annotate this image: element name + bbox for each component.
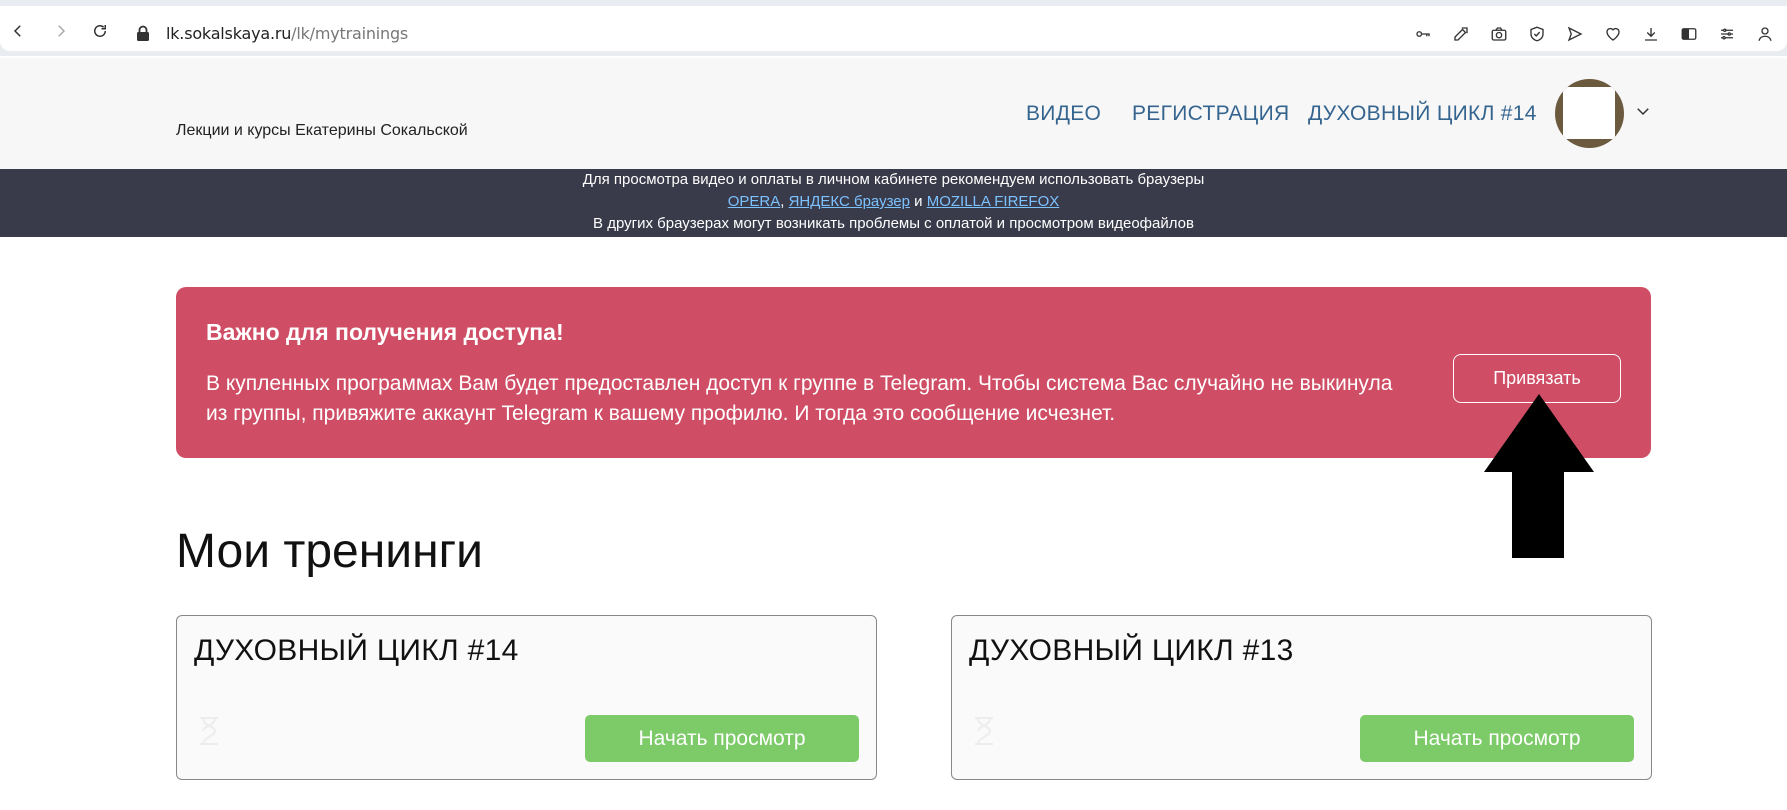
hourglass-icon bbox=[200, 717, 218, 745]
nav-registration[interactable]: РЕГИСТРАЦИЯ bbox=[1132, 102, 1289, 126]
site-brand[interactable]: Лекции и курсы Екатерины Сокальской bbox=[176, 122, 468, 140]
chevron-down-icon[interactable] bbox=[1634, 102, 1652, 120]
shield-icon[interactable] bbox=[1525, 22, 1549, 46]
url-field[interactable]: lk.sokalskaya.ru/lk/mytrainings bbox=[166, 24, 408, 43]
course-card: ДУХОВНЫЙ ЦИКЛ #14 Начать просмотр bbox=[176, 615, 877, 780]
sliders-icon[interactable] bbox=[1715, 22, 1739, 46]
nav-video[interactable]: ВИДЕО bbox=[1026, 102, 1101, 126]
course-title: ДУХОВНЫЙ ЦИКЛ #14 bbox=[194, 634, 519, 667]
camera-icon[interactable] bbox=[1487, 22, 1511, 46]
start-viewing-button[interactable]: Начать просмотр bbox=[1360, 715, 1634, 762]
forward-icon[interactable] bbox=[50, 20, 72, 42]
extension-icons bbox=[1411, 22, 1777, 46]
page-title: Мои тренинги bbox=[176, 525, 483, 578]
key-icon[interactable] bbox=[1411, 22, 1435, 46]
nav-spiritual-cycle-14[interactable]: ДУХОВНЫЙ ЦИКЛ #14 bbox=[1308, 102, 1537, 126]
download-icon[interactable] bbox=[1639, 22, 1663, 46]
lock-icon[interactable] bbox=[136, 25, 150, 41]
address-bar-area: lk.sokalskaya.ru/lk/mytrainings bbox=[0, 6, 1787, 51]
notice-separator: , bbox=[780, 193, 789, 210]
browser-toolbar: lk.sokalskaya.ru/lk/mytrainings bbox=[0, 0, 1787, 56]
avatar[interactable] bbox=[1555, 79, 1624, 148]
site-header: Лекции и курсы Екатерины Сокальской ВИДЕ… bbox=[0, 58, 1787, 169]
arrow-up-icon bbox=[1484, 394, 1594, 558]
hourglass-icon bbox=[975, 717, 993, 745]
profile-icon[interactable] bbox=[1753, 22, 1777, 46]
reload-icon[interactable] bbox=[89, 20, 111, 42]
course-title: ДУХОВНЫЙ ЦИКЛ #13 bbox=[969, 634, 1294, 667]
notice-line-2: OPERA, ЯНДЕКС браузер и MOZILLA FIREFOX bbox=[0, 191, 1787, 213]
link-yandex[interactable]: ЯНДЕКС браузер bbox=[789, 193, 910, 210]
edit-icon[interactable] bbox=[1449, 22, 1473, 46]
notice-separator: и bbox=[910, 193, 927, 210]
sidebar-icon[interactable] bbox=[1677, 22, 1701, 46]
link-firefox[interactable]: MOZILLA FIREFOX bbox=[927, 193, 1060, 210]
alert-text: В купленных программах Вам будет предост… bbox=[206, 372, 1393, 425]
notice-line-1: Для просмотра видео и оплаты в личном ка… bbox=[582, 171, 1205, 188]
back-icon[interactable] bbox=[7, 20, 29, 42]
send-icon[interactable] bbox=[1563, 22, 1587, 46]
telegram-alert: Важно для получения доступа! В купленных… bbox=[176, 287, 1651, 458]
heart-icon[interactable] bbox=[1601, 22, 1625, 46]
start-viewing-button[interactable]: Начать просмотр bbox=[585, 715, 859, 762]
browser-recommendation-notice: Для просмотра видео и оплаты в личном ка… bbox=[0, 169, 1787, 237]
link-opera[interactable]: OPERA bbox=[728, 193, 781, 210]
alert-title: Важно для получения доступа! bbox=[206, 319, 564, 345]
course-card: ДУХОВНЫЙ ЦИКЛ #13 Начать просмотр bbox=[951, 615, 1652, 780]
notice-line-3: В других браузерах могут возникать пробл… bbox=[593, 215, 1194, 232]
